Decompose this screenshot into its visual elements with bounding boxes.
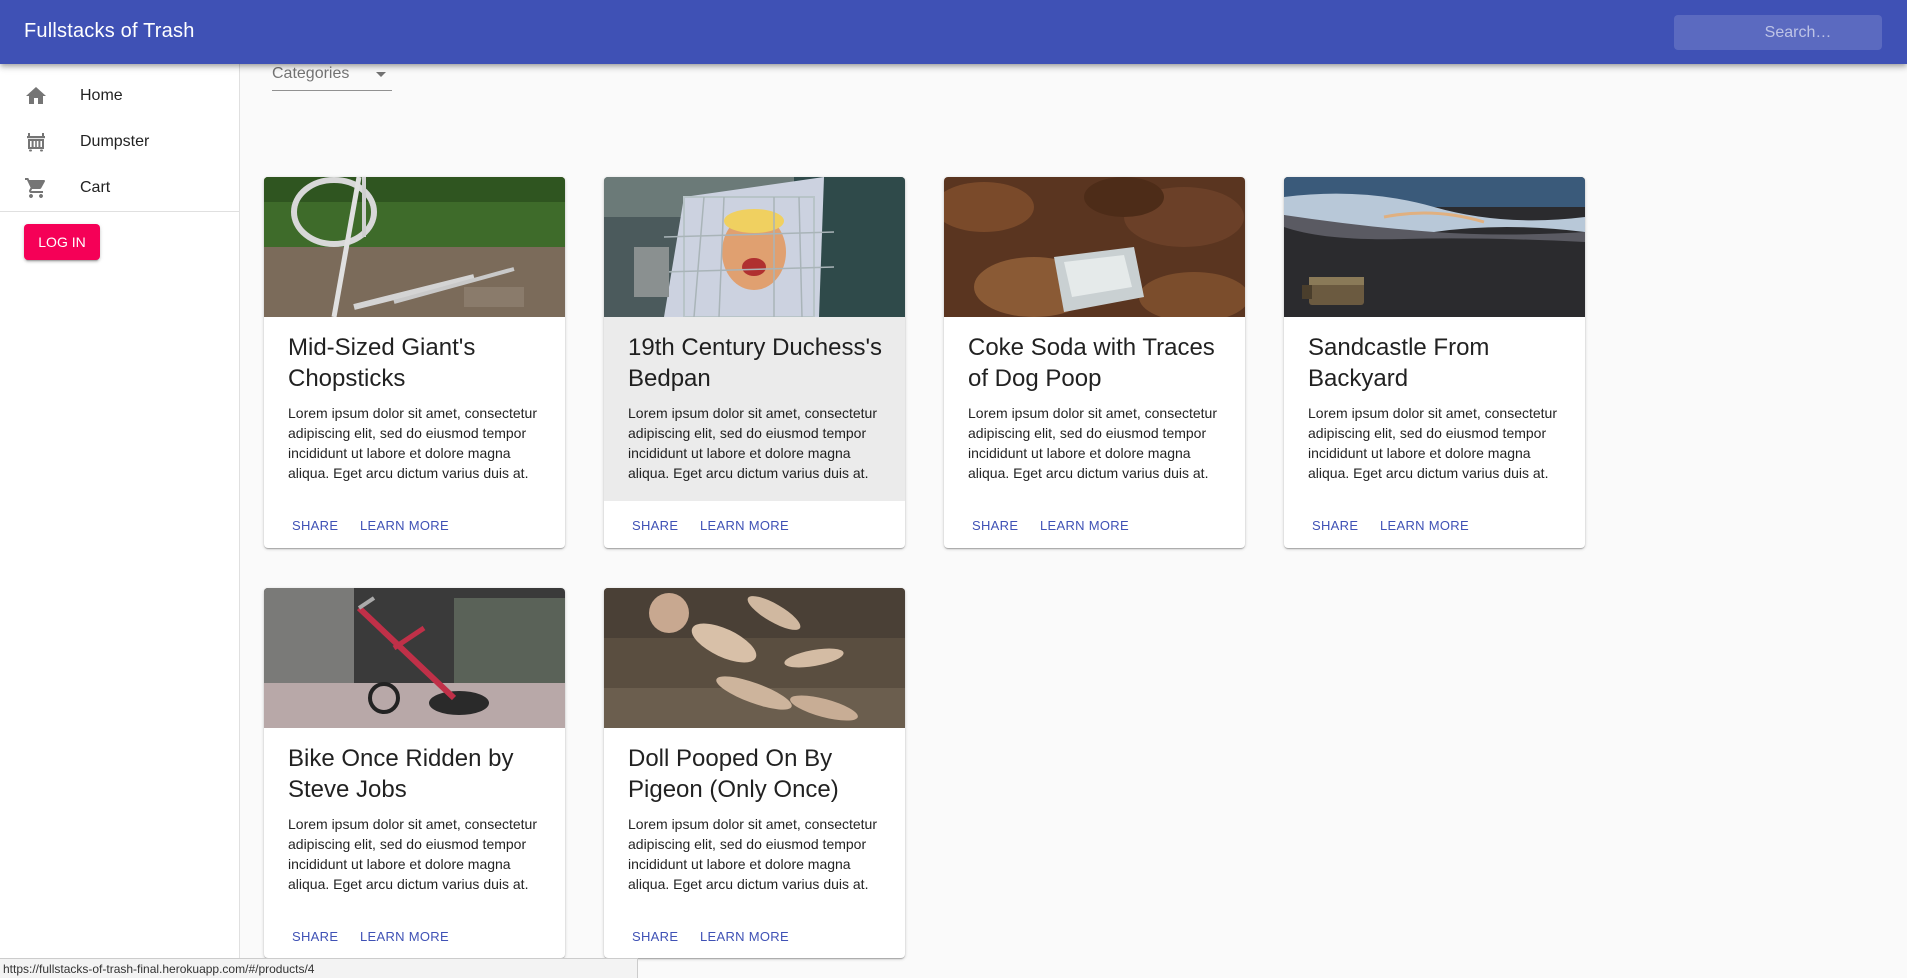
product-card-content[interactable]: Coke Soda with Traces of Dog Poop Lorem … — [944, 317, 1245, 501]
product-card: Sandcastle From Backyard Lorem ipsum dol… — [1284, 177, 1585, 548]
product-image-doll[interactable] — [604, 588, 905, 728]
product-card: Mid-Sized Giant's Chopsticks Lorem ipsum… — [264, 177, 565, 548]
share-button[interactable]: SHARE — [288, 920, 342, 952]
product-description: Lorem ipsum dolor sit amet, consectetur … — [628, 816, 877, 892]
sidebar-drawer: Home Dumpster Cart LOG IN — [0, 64, 240, 978]
product-card-content[interactable]: Doll Pooped On By Pigeon (Only Once) Lor… — [604, 728, 905, 912]
learn-more-button[interactable]: LEARN MORE — [356, 509, 453, 541]
sidebar-item-dumpster[interactable]: Dumpster — [0, 119, 239, 165]
product-image-sandcastle[interactable] — [1284, 177, 1585, 317]
card-actions: SHARE LEARN MORE — [604, 501, 905, 548]
product-card-content[interactable]: 19th Century Duchess's Bedpan Lorem ipsu… — [604, 317, 905, 501]
product-title: 19th Century Duchess's Bedpan — [628, 334, 883, 392]
dumpster-icon — [27, 133, 45, 152]
product-description: Lorem ipsum dolor sit amet, consectetur … — [288, 405, 537, 481]
product-card: Bike Once Ridden by Steve Jobs Lorem ips… — [264, 588, 565, 958]
app-bar: Fullstacks of Trash — [0, 0, 1907, 64]
product-image-bike[interactable] — [264, 588, 565, 728]
product-title: Doll Pooped On By Pigeon (Only Once) — [628, 745, 839, 803]
app-title[interactable]: Fullstacks of Trash — [24, 20, 195, 43]
product-image-soda[interactable] — [944, 177, 1245, 317]
product-description: Lorem ipsum dolor sit amet, consectetur … — [628, 405, 877, 481]
product-title: Coke Soda with Traces of Dog Poop — [968, 334, 1215, 392]
product-card-content[interactable]: Bike Once Ridden by Steve Jobs Lorem ips… — [264, 728, 565, 912]
sidebar-item-label: Home — [80, 87, 123, 104]
learn-more-button[interactable]: LEARN MORE — [1036, 509, 1133, 541]
learn-more-button[interactable]: LEARN MORE — [1376, 509, 1473, 541]
product-description: Lorem ipsum dolor sit amet, consectetur … — [288, 816, 537, 892]
product-card-content[interactable]: Sandcastle From Backyard Lorem ipsum dol… — [1284, 317, 1585, 501]
share-button[interactable]: SHARE — [628, 509, 682, 541]
card-actions: SHARE LEARN MORE — [264, 501, 565, 548]
product-description: Lorem ipsum dolor sit amet, consectetur … — [1308, 405, 1557, 481]
product-card: Doll Pooped On By Pigeon (Only Once) Lor… — [604, 588, 905, 958]
card-actions: SHARE LEARN MORE — [264, 912, 565, 958]
cart-icon — [25, 178, 46, 198]
sidebar-item-label: Cart — [80, 179, 111, 196]
share-button[interactable]: SHARE — [288, 509, 342, 541]
product-image-bedpan[interactable] — [604, 177, 905, 317]
learn-more-button[interactable]: LEARN MORE — [356, 920, 453, 952]
card-actions: SHARE LEARN MORE — [604, 912, 905, 958]
product-title: Bike Once Ridden by Steve Jobs — [288, 745, 514, 803]
share-button[interactable]: SHARE — [1308, 509, 1362, 541]
learn-more-button[interactable]: LEARN MORE — [696, 920, 793, 952]
login-button[interactable]: LOG IN — [24, 224, 100, 260]
sidebar-item-cart[interactable]: Cart — [0, 165, 239, 211]
product-title: Mid-Sized Giant's Chopsticks — [288, 334, 476, 392]
categories-select[interactable]: Categories — [272, 64, 392, 91]
search-box[interactable] — [1674, 15, 1882, 50]
home-icon — [26, 87, 46, 104]
sidebar-item-label: Dumpster — [80, 133, 150, 150]
search-input[interactable] — [1674, 15, 1882, 50]
product-description: Lorem ipsum dolor sit amet, consectetur … — [968, 405, 1217, 481]
card-actions: SHARE LEARN MORE — [944, 501, 1245, 548]
share-button[interactable]: SHARE — [628, 920, 682, 952]
sidebar-item-home[interactable]: Home — [0, 73, 239, 119]
product-card-content[interactable]: Mid-Sized Giant's Chopsticks Lorem ipsum… — [264, 317, 565, 501]
chevron-down-icon — [376, 72, 386, 77]
sidebar-divider — [0, 211, 239, 212]
product-image-chopsticks[interactable] — [264, 177, 565, 317]
product-title: Sandcastle From Backyard — [1308, 334, 1490, 392]
share-button[interactable]: SHARE — [968, 509, 1022, 541]
categories-label: Categories — [272, 65, 350, 82]
product-card: Coke Soda with Traces of Dog Poop Lorem … — [944, 177, 1245, 548]
product-card: 19th Century Duchess's Bedpan Lorem ipsu… — [604, 177, 905, 548]
card-actions: SHARE LEARN MORE — [1284, 501, 1585, 548]
learn-more-button[interactable]: LEARN MORE — [696, 509, 793, 541]
browser-status-bar: https://fullstacks-of-trash-final.heroku… — [0, 958, 638, 978]
